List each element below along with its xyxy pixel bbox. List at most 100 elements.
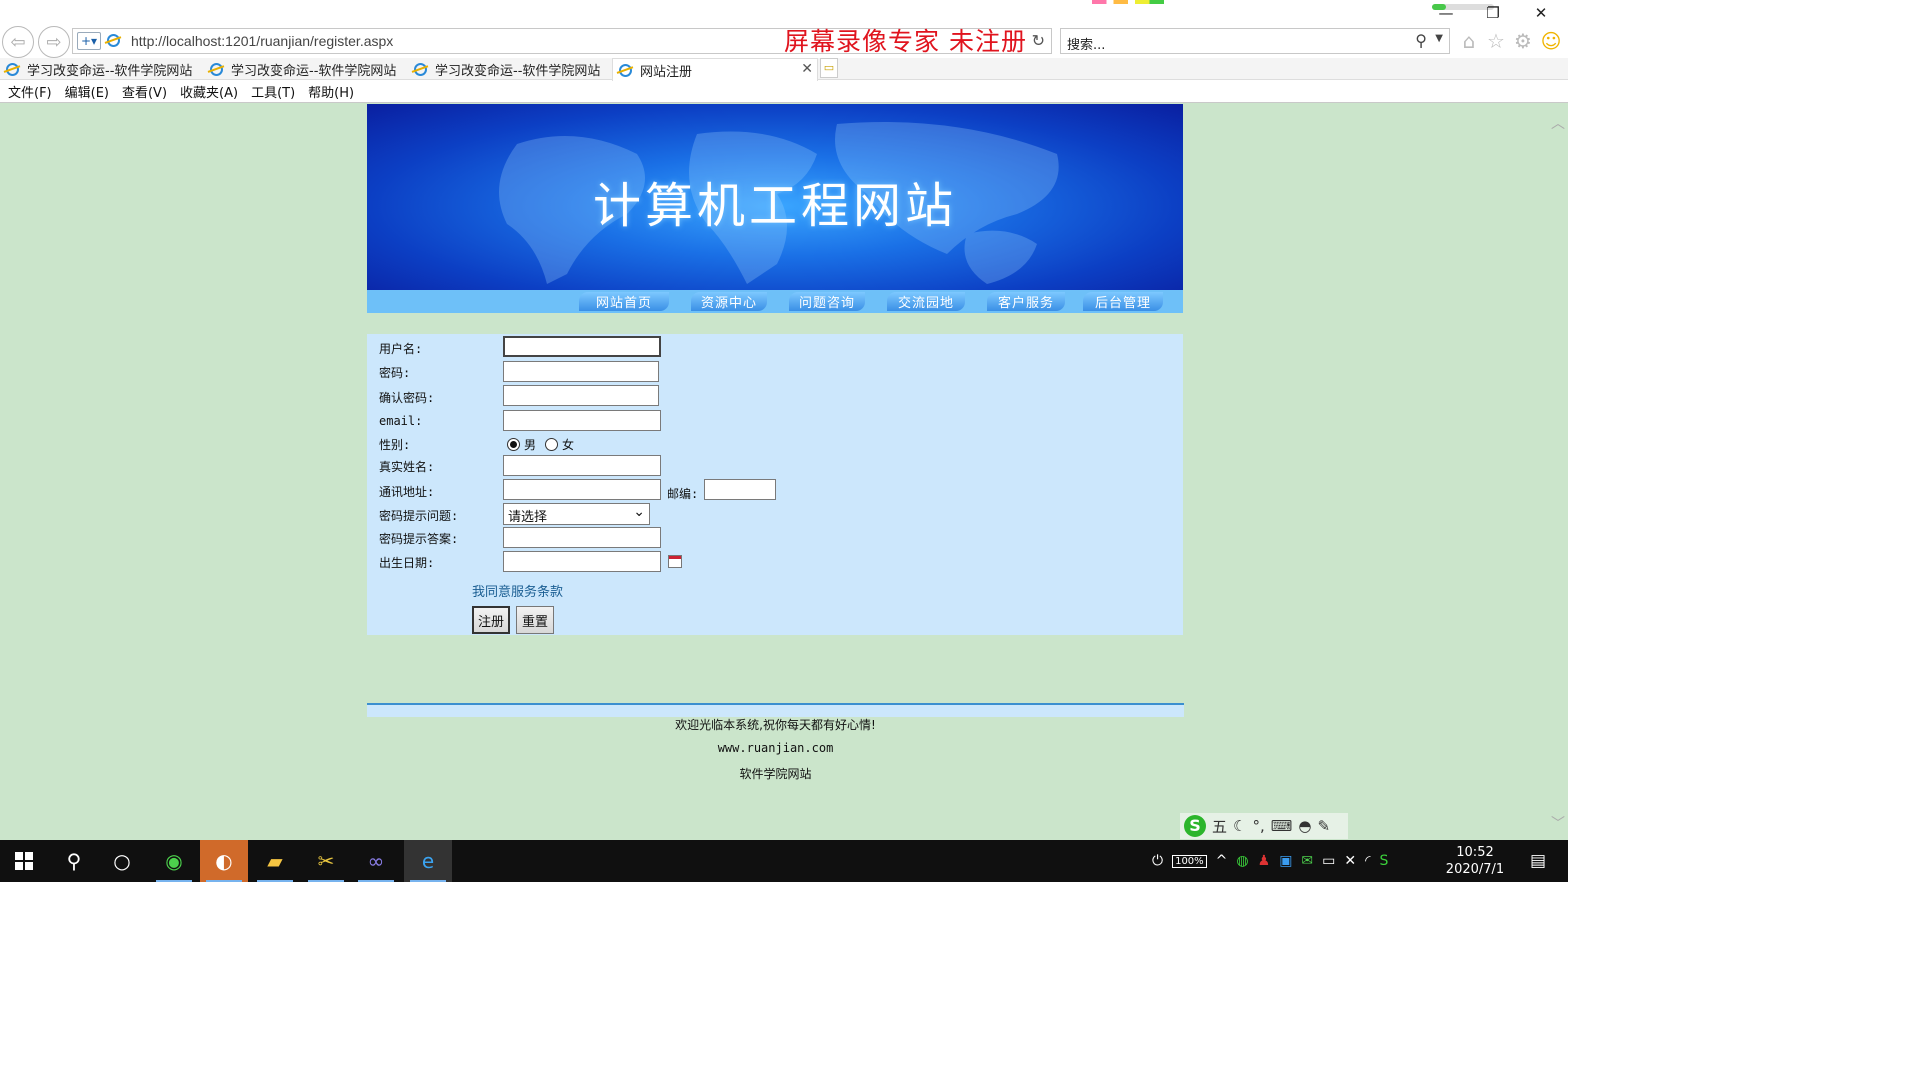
terms-link[interactable]: 我同意服务条款 [472, 581, 563, 600]
minimize-button[interactable]: — [1431, 4, 1461, 24]
back-button[interactable]: ⇦ [2, 26, 34, 58]
scroll-down-icon[interactable]: ﹀ [1551, 813, 1565, 832]
sogou-logo-icon: S [1184, 815, 1206, 837]
register-button[interactable]: 注册 [472, 606, 510, 634]
confirm-password-input[interactable] [503, 385, 659, 406]
password-input[interactable] [503, 361, 659, 382]
tray-app-icon[interactable]: ◍ [1236, 853, 1248, 869]
menu-bar: 文件(F) 编辑(E) 查看(V) 收藏夹(A) 工具(T) 帮助(H) [0, 81, 1568, 103]
question-select[interactable]: 请选择 ⌄ [503, 503, 650, 525]
file-explorer-icon[interactable]: ▰ [251, 840, 299, 882]
keyboard-icon[interactable]: ⌨ [1271, 817, 1293, 835]
ie-tab-icon [210, 62, 223, 76]
search-taskbar-icon[interactable]: ⚲ [50, 840, 98, 882]
smiley-icon[interactable]: ☺ [1540, 30, 1562, 52]
close-window-button[interactable]: ✕ [1526, 4, 1556, 24]
address-input[interactable] [503, 479, 661, 500]
tab-label: 学习改变命运--软件学院网站 [231, 63, 397, 79]
ie-tab-icon [6, 62, 19, 76]
forward-arrow-icon: ⇨ [46, 31, 62, 53]
real-name-input[interactable] [503, 455, 661, 476]
ime-toolbar[interactable]: S 五 ☾ °, ⌨ ◓ ✎ [1180, 813, 1348, 839]
footer-welcome: 欢迎光临本系统,祝你每天都有好心情! [675, 718, 876, 732]
punctuation-icon[interactable]: °, [1252, 817, 1264, 835]
internet-explorer-icon[interactable]: e [404, 840, 452, 882]
menu-edit[interactable]: 编辑(E) [65, 82, 109, 101]
refresh-icon[interactable]: ↻ [1032, 31, 1045, 50]
start-button[interactable] [0, 840, 48, 882]
menu-tools[interactable]: 工具(T) [251, 82, 295, 101]
ime-mode[interactable]: 五 [1212, 816, 1227, 837]
nav-forum[interactable]: 交流园地 [887, 292, 965, 311]
taskbar: ⚲ ○ ◉ ◐ ▰ ✂ ∞ e ⏻ 100% ^ ◍ ♟ ▣ ✉ ▭ ✕ ◜ S… [0, 840, 1568, 882]
menu-favorites[interactable]: 收藏夹(A) [180, 82, 238, 101]
menu-help[interactable]: 帮助(H) [308, 82, 354, 101]
wechat-icon[interactable]: ✉ [1301, 853, 1313, 869]
battery-badge[interactable]: 100% [1172, 854, 1207, 868]
reset-button[interactable]: 重置 [516, 606, 554, 634]
wrench-icon[interactable]: ✎ [1318, 817, 1331, 835]
postcode-input[interactable] [704, 479, 776, 500]
new-tab-button[interactable]: ▭ [820, 58, 838, 78]
browser-titlebar: — ❐ ✕ ⇦ ⇨ +▾ http://localhost:1201/ruanj… [0, 0, 1568, 58]
search-icon[interactable]: ⚲ [1415, 31, 1427, 50]
forward-button[interactable]: ⇨ [38, 26, 70, 58]
close-tab-icon[interactable]: ✕ [801, 61, 813, 77]
notification-center-icon[interactable]: ▤ [1518, 840, 1558, 882]
email-label: email: [379, 414, 423, 428]
search-dropdown-icon[interactable]: ▼ [1435, 33, 1443, 44]
home-icon[interactable]: ⌂ [1458, 30, 1480, 52]
nav-customer-service[interactable]: 客户服务 [987, 292, 1065, 311]
menu-view[interactable]: 查看(V) [122, 82, 167, 101]
gender-male-radio[interactable] [507, 438, 520, 451]
tab-bar: 学习改变命运--软件学院网站 学习改变命运--软件学院网站 学习改变命运--软件… [0, 58, 1568, 81]
tab-register[interactable]: 网站注册 ✕ [612, 58, 818, 81]
nav-consult[interactable]: 问题咨询 [789, 292, 865, 311]
answer-input[interactable] [503, 527, 661, 548]
page-viewport: 计算机工程网站 网站首页 资源中心 问题咨询 交流园地 客户服务 后台管理 用户… [0, 103, 1568, 840]
user-icon[interactable]: ◓ [1298, 817, 1311, 835]
visual-studio-icon[interactable]: ∞ [352, 840, 400, 882]
scroll-up-icon[interactable]: ︿ [1551, 113, 1565, 132]
nav-home[interactable]: 网站首页 [579, 292, 669, 311]
sogou-tray-icon[interactable]: S [1380, 853, 1389, 869]
question-label: 密码提示问题: [379, 509, 459, 523]
search-placeholder: 搜索... [1067, 38, 1106, 53]
clock-time: 10:52 [1456, 845, 1494, 860]
url-text[interactable]: http://localhost:1201/ruanjian/register.… [131, 33, 393, 49]
username-input[interactable] [503, 336, 661, 357]
calendar-icon[interactable] [668, 555, 682, 568]
nav-admin[interactable]: 后台管理 [1083, 292, 1163, 311]
star-icon[interactable]: ☆ [1485, 30, 1507, 52]
gender-female-radio[interactable] [545, 438, 558, 451]
gender-male-label: 男 [524, 438, 537, 452]
tools-app-icon[interactable]: ✂ [302, 840, 350, 882]
tab-3[interactable]: 学习改变命运--软件学院网站 [408, 58, 612, 80]
back-arrow-icon: ⇦ [10, 31, 26, 53]
speaker-muted-icon[interactable]: ✕ [1344, 853, 1356, 869]
email-input[interactable] [503, 410, 661, 431]
birthday-input[interactable] [503, 551, 661, 572]
gender-female-label: 女 [562, 438, 575, 452]
menu-file[interactable]: 文件(F) [8, 82, 52, 101]
compat-view-button[interactable]: +▾ [77, 32, 101, 50]
qq-icon[interactable]: ♟ [1258, 853, 1271, 869]
tray-c-icon[interactable]: ▣ [1279, 853, 1292, 869]
nav-resources[interactable]: 资源中心 [691, 292, 767, 311]
wifi-icon[interactable]: ◜ [1365, 853, 1370, 869]
search-box[interactable]: 搜索... ⚲ ▼ [1060, 28, 1450, 54]
recorder-app-icon[interactable]: ◐ [200, 840, 248, 882]
green-browser-icon[interactable]: ◉ [150, 840, 198, 882]
cortana-icon[interactable]: ○ [98, 840, 146, 882]
restore-button[interactable]: ❐ [1478, 4, 1508, 24]
tab-2[interactable]: 学习改变命运--软件学院网站 [204, 58, 408, 80]
moon-icon[interactable]: ☾ [1233, 817, 1246, 835]
gear-icon[interactable]: ⚙ [1512, 30, 1534, 52]
recorder-watermark: 屏幕录像专家 未注册 [784, 27, 1027, 56]
tab-1[interactable]: 学习改变命运--软件学院网站 [0, 58, 204, 80]
clock[interactable]: 10:52 2020/7/1 [1440, 844, 1510, 878]
battery-icon[interactable]: ▭ [1322, 853, 1335, 869]
vertical-scrollbar[interactable]: ︿ ﹀ [1548, 103, 1568, 840]
chevron-up-icon[interactable]: ^ [1216, 853, 1228, 869]
power-plug-icon[interactable]: ⏻ [1152, 853, 1163, 869]
